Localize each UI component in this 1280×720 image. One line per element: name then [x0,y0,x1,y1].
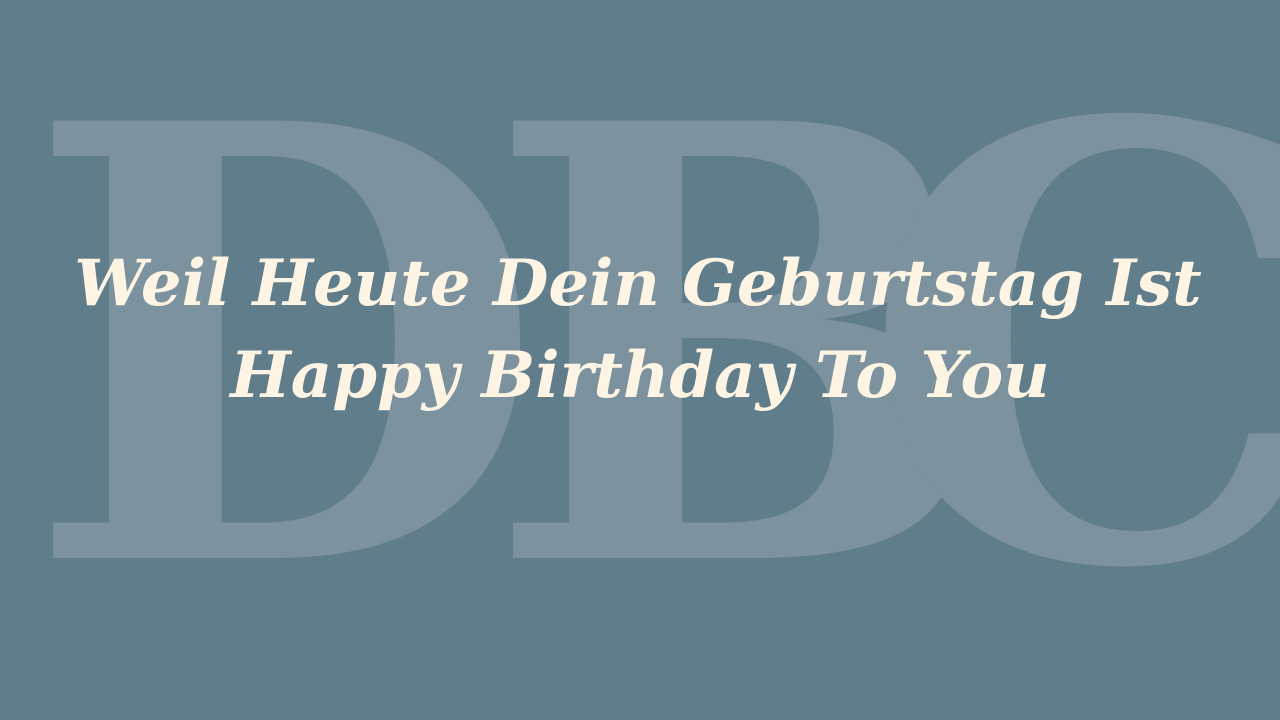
greeting-text: Weil Heute Dein Geburtstag Ist Happy Bir… [0,238,1280,422]
greeting-line-english: Happy Birthday To You [230,338,1050,413]
greeting-line-german: Weil Heute Dein Geburtstag Ist [74,246,1202,321]
greeting-card: D B C Weil Heute Dein Geburtstag Ist Hap… [0,0,1280,720]
